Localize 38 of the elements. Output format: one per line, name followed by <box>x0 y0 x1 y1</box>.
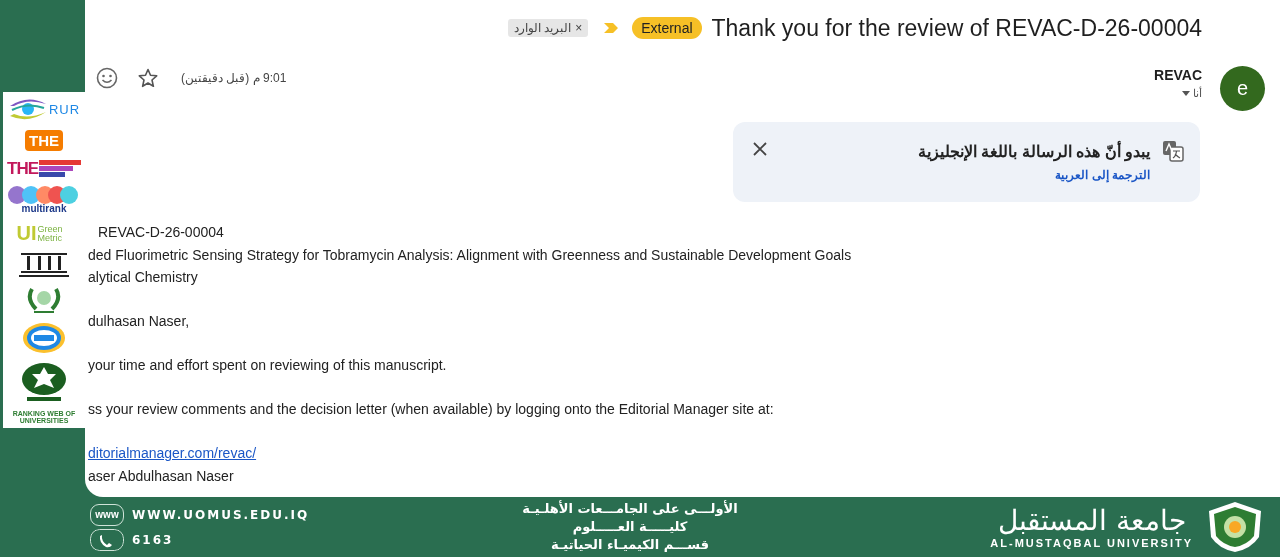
body-text: alytical Chemistry <box>88 269 198 285</box>
caret-icon <box>1182 91 1190 96</box>
recipient-dropdown[interactable]: أنا <box>1182 87 1202 100</box>
external-badge: External <box>632 17 702 39</box>
body-text: ss your review comments and the decision letter (when available) by logging onto the Editorial Manager site at: <box>88 401 774 417</box>
sender-name: REVAC <box>1154 67 1202 83</box>
star-emblem-logo <box>21 362 67 403</box>
body-text: ded Fluorimetric Sensing Strategy for Tobramycin Analysis: Alignment with Greenness and Sustainable Development Goals <box>88 246 852 263</box>
body-text: REVAC-D-26-00004 <box>98 224 224 240</box>
translate-link[interactable]: الترجمة إلى العربية <box>1055 168 1150 182</box>
university-name: AL-MUSTAQBAL UNIVERSITY <box>990 537 1193 549</box>
body-text: aser Abdulhasan Naser <box>88 467 234 484</box>
globe-icon: www <box>90 503 124 526</box>
footer-slogan: الأولـــى على الجامـــعات الأهلـيـة <box>522 500 738 518</box>
columns-logo <box>19 252 69 277</box>
email-subject: Thank you for the review of REVAC-D-26-00004 <box>711 14 1202 42</box>
the-logo: THE <box>25 129 63 151</box>
translate-icon <box>1162 140 1184 162</box>
phone-number: 6163 <box>132 532 174 547</box>
sender-avatar: e <box>1220 66 1265 111</box>
university-name-arabic: جامعة المستقبل <box>997 505 1186 537</box>
translate-message: يبدو أنّ هذه الرسالة باللغة الإنجليزية <box>917 141 1150 161</box>
rur-logo: RUR <box>7 96 81 122</box>
emoji-icon[interactable] <box>96 67 118 89</box>
multirank-logo: multirank <box>5 186 83 215</box>
editorial-link[interactable]: ditorialmanager.com/revac/ <box>88 445 257 461</box>
sdg-logo <box>22 322 66 355</box>
footer-slogan: قســـم الكيميـاء الحياتيـة <box>551 536 709 554</box>
close-icon[interactable] <box>753 142 767 156</box>
body-text: your time and effort spent on reviewing of this manuscript. <box>88 357 447 373</box>
website-text: WWW.UOMUS.EDU.IQ <box>132 507 310 522</box>
phone-icon <box>90 528 124 551</box>
star-icon[interactable] <box>138 68 158 88</box>
email-time: 9:01 م (قبل دقيقتين) <box>181 71 287 85</box>
footer-slogan: كليـــــة العـــــلوم <box>572 518 688 536</box>
the-impact-logo: THE <box>7 158 81 179</box>
label-chip[interactable]: البريد الوارد × <box>507 19 589 37</box>
body-text: dulhasan Naser, <box>88 313 190 329</box>
